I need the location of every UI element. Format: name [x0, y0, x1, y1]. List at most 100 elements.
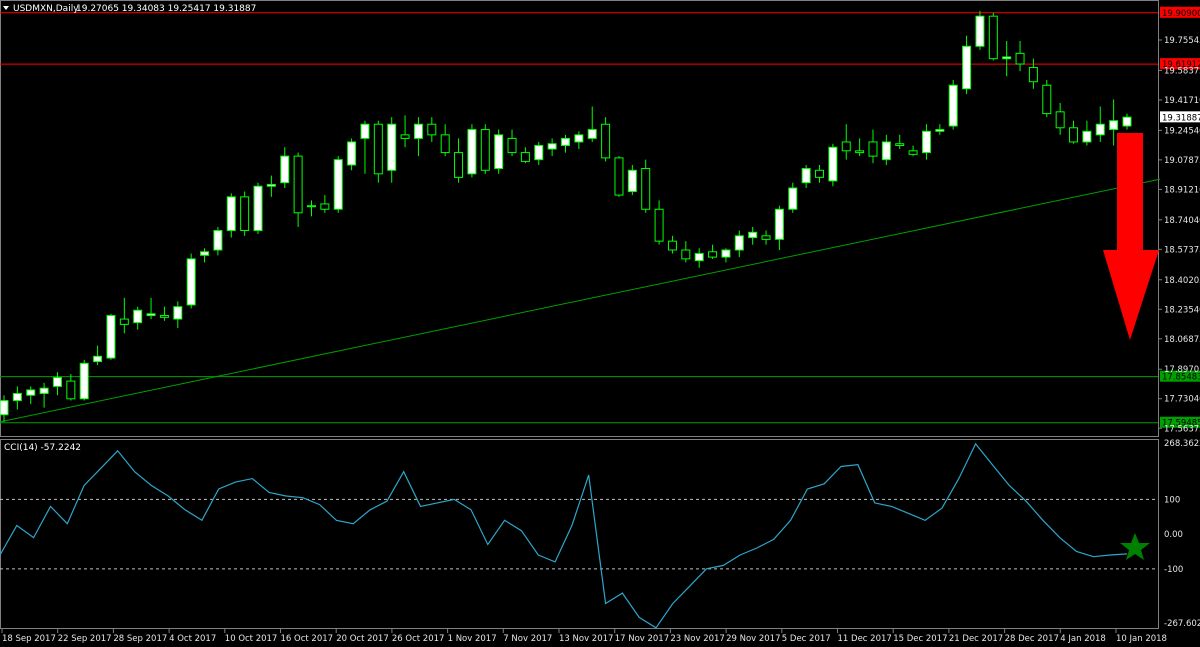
price-tick-label: 17.89705	[1164, 365, 1200, 375]
candle-body	[1055, 111, 1065, 129]
candle-body	[988, 15, 998, 60]
candle[interactable]	[79, 359, 89, 401]
candle-body	[641, 168, 651, 210]
candle-body	[1069, 127, 1079, 143]
price-tick-label: 19.07875	[1164, 156, 1200, 166]
candle-body	[360, 123, 370, 139]
candle[interactable]	[333, 156, 343, 213]
candle-body	[921, 130, 931, 154]
candle-body	[280, 155, 290, 184]
time-tick-label: 10 Oct 2017	[225, 634, 278, 644]
candle-body	[614, 157, 624, 196]
candle-body	[39, 387, 49, 394]
candle-body	[895, 143, 905, 146]
candle-body	[293, 155, 303, 214]
candle-body	[0, 400, 9, 416]
candle-body	[774, 208, 784, 240]
time-tick-label: 28 Sep 2017	[113, 634, 167, 644]
chart-window[interactable]: 268.36221000.00-100-267.6026 19.9090019.…	[0, 0, 1200, 647]
candle-body	[480, 129, 490, 171]
candle-body	[908, 150, 918, 155]
candle-body	[93, 355, 103, 363]
time-tick-label: 26 Oct 2017	[392, 634, 445, 644]
price-tick-label: 18.74040	[1164, 216, 1200, 226]
candle[interactable]	[494, 129, 504, 174]
candle-body	[868, 141, 878, 157]
candle-body	[748, 231, 758, 239]
candle-body	[66, 380, 76, 400]
time-tick-label: 15 Dec 2017	[893, 634, 947, 644]
candle[interactable]	[106, 313, 116, 360]
candle-body	[427, 123, 437, 136]
candle-body	[333, 159, 343, 210]
candle[interactable]	[1042, 79, 1052, 118]
candle-body	[841, 141, 851, 152]
candle-body	[173, 306, 183, 320]
price-tick-label: 18.06875	[1164, 335, 1200, 345]
time-tick-label: 20 Oct 2017	[336, 634, 389, 644]
candle-body	[788, 187, 798, 210]
candle-body	[627, 169, 637, 193]
candle[interactable]	[186, 253, 196, 309]
candle[interactable]	[373, 120, 383, 183]
cci-scale-label: 100	[1164, 495, 1180, 505]
candle[interactable]	[948, 79, 958, 130]
time-tick-label: 11 Dec 2017	[838, 634, 892, 644]
candle[interactable]	[988, 12, 998, 61]
candle[interactable]	[467, 124, 477, 178]
candle-body	[146, 313, 156, 317]
candle-body	[962, 45, 972, 90]
candle[interactable]	[480, 124, 490, 174]
candle[interactable]	[240, 191, 250, 236]
candle-body	[373, 123, 383, 175]
time-tick-label: 10 Jan 2018	[1116, 634, 1167, 644]
cci-label: CCI(14) -57.2242	[4, 443, 81, 453]
candle-body	[721, 249, 731, 258]
candle-body	[400, 134, 410, 139]
time-tick-label: 5 Dec 2017	[782, 634, 831, 644]
candle-body	[306, 205, 316, 208]
candle-body	[601, 123, 611, 159]
candle-body	[1095, 123, 1105, 136]
candle[interactable]	[614, 156, 624, 197]
candle-body	[587, 129, 597, 139]
candle-body	[253, 185, 263, 232]
candle-body	[534, 144, 544, 161]
candle-body	[761, 235, 771, 240]
time-tick-label: 7 Nov 2017	[503, 634, 552, 644]
ohlc-label: 19.27065 19.34083 19.25417 19.31887	[76, 4, 256, 14]
level-value: 19.90900	[1162, 9, 1200, 19]
price-tick-label: 18.23540	[1164, 305, 1200, 315]
candle-body	[159, 315, 169, 318]
price-tick-label: 17.56375	[1164, 424, 1200, 434]
chart-canvas[interactable]: 268.36221000.00-100-267.6026 19.9090019.…	[0, 0, 1200, 647]
candle-body	[26, 389, 36, 396]
candle-body	[694, 253, 704, 262]
candle[interactable]	[975, 10, 985, 50]
candle[interactable]	[226, 193, 236, 238]
time-tick-label: 16 Oct 2017	[281, 634, 334, 644]
candle-body	[119, 318, 129, 325]
price-tick-label: 18.91210	[1164, 185, 1200, 195]
time-tick-label: 29 Nov 2017	[726, 634, 780, 644]
candle-body	[948, 84, 958, 127]
time-tick-label: 4 Jan 2018	[1060, 634, 1106, 644]
cci-scale-label: 268.3622	[1164, 439, 1200, 449]
price-tick-label: 18.57375	[1164, 245, 1200, 255]
candle[interactable]	[253, 182, 263, 235]
candle-body	[1082, 130, 1092, 143]
candle-body	[681, 249, 691, 260]
candle-body	[200, 251, 210, 256]
price-axis: 19.9090019.6191217.8548317.5948519.75545…	[1158, 6, 1200, 434]
candle[interactable]	[601, 117, 611, 162]
candle[interactable]	[828, 143, 838, 187]
price-tick-label: 18.40205	[1164, 276, 1200, 286]
time-tick-label: 28 Dec 2017	[1005, 634, 1059, 644]
price-tick-label: 17.73040	[1164, 395, 1200, 405]
candle-body	[387, 123, 397, 171]
cci-scale-label: 0.00	[1164, 530, 1183, 540]
candle-body	[734, 235, 744, 251]
time-tick-label: 13 Nov 2017	[559, 634, 613, 644]
candle-body	[240, 196, 250, 232]
candle-body	[507, 137, 517, 154]
